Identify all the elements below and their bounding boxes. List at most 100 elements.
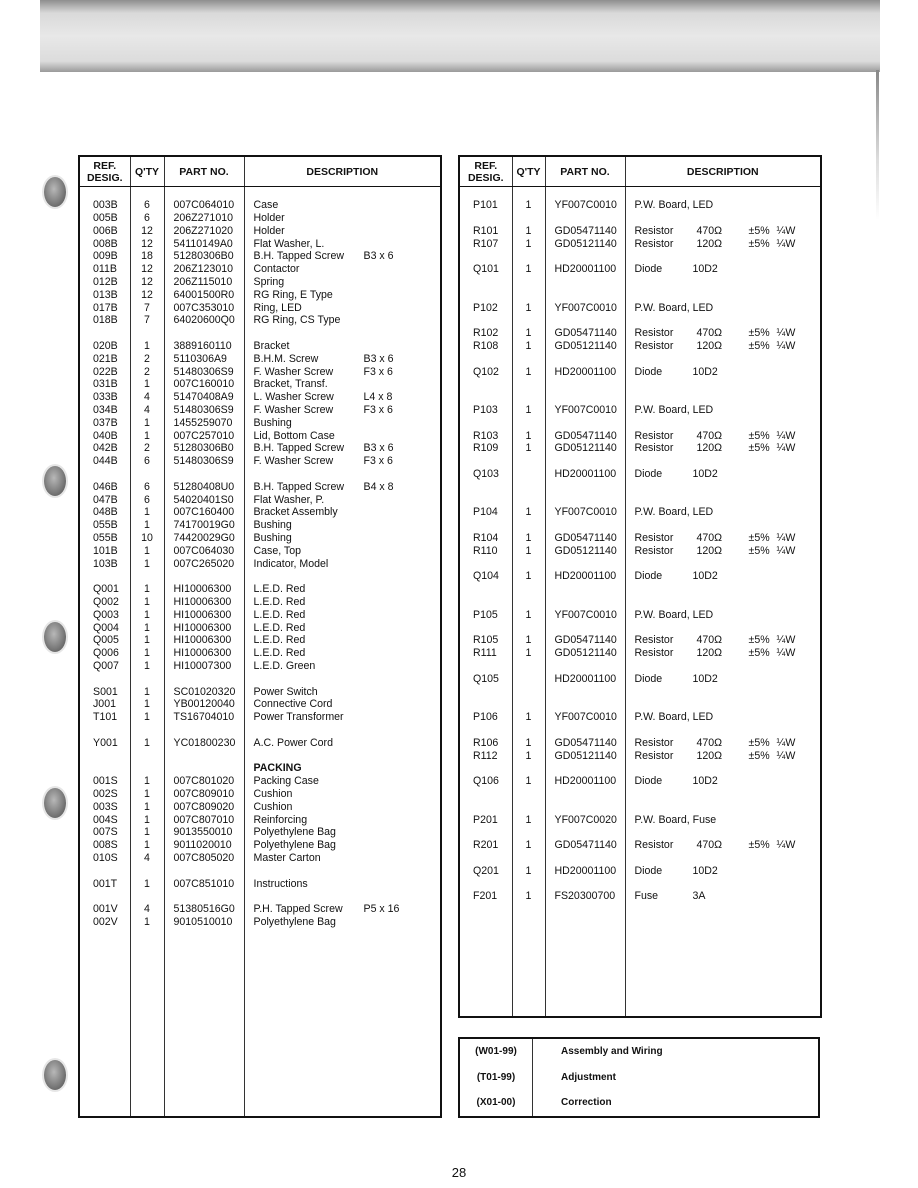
part-description: RG Ring, CS Type: [253, 314, 341, 327]
part-no-cell: 9010510010: [164, 915, 245, 929]
part-description: Lid, Bottom Case: [253, 429, 335, 442]
description-cell: Resistor 470Ω ±5% ¼W: [625, 532, 821, 545]
part-no-cell: 64020600Q0: [164, 314, 245, 328]
table-row: J001 1 YB00120040 Connective Cord: [79, 698, 441, 712]
empty-cell: [244, 187, 441, 200]
spacer-row: [459, 583, 821, 596]
empty-cell: [545, 186, 626, 200]
empty-cell: [459, 186, 513, 200]
qty-cell: 4: [130, 391, 165, 405]
spacer-row: [79, 864, 441, 878]
table-row: 037B 1 1455259070 Bushing: [79, 416, 441, 430]
component-wattage: ¼W: [776, 544, 796, 557]
description-cell: Bushing: [244, 519, 441, 532]
empty-cell: [625, 788, 821, 801]
ref-desig-cell: 046B: [79, 480, 131, 494]
empty-cell: [459, 621, 513, 635]
empty-cell: [545, 288, 626, 302]
part-no-cell: GD05471140: [545, 327, 626, 341]
legend-code: (X01-00): [459, 1090, 533, 1117]
header-ref-desig: REF. DESIG.: [459, 156, 513, 187]
empty-cell: [459, 416, 513, 430]
component-wattage: ¼W: [776, 237, 796, 250]
component-name: Resistor: [634, 544, 674, 557]
empty-cell: [512, 493, 546, 507]
empty-cell: [545, 583, 626, 596]
qty-cell: 1: [130, 736, 165, 750]
part-description: Case, Top: [253, 544, 302, 557]
part-no-cell: 9011020010: [164, 839, 245, 852]
component-name: Resistor: [634, 429, 674, 442]
empty-cell: [130, 672, 165, 686]
part-no-cell: YF007C0010: [545, 711, 626, 724]
description-cell: Diode 10D2: [625, 468, 821, 481]
empty-cell: [459, 557, 513, 571]
empty-cell: [625, 187, 821, 200]
empty-cell: [512, 250, 546, 264]
empty-cell: [512, 723, 546, 737]
description-cell: Bracket: [244, 340, 441, 353]
empty-cell: [79, 890, 131, 904]
empty-cell: [545, 698, 626, 712]
component-tolerance: ±5%: [748, 532, 770, 545]
qty-cell: 1: [130, 826, 165, 840]
ref-desig-cell: R108: [459, 340, 513, 353]
ref-desig-cell: S001: [79, 685, 131, 699]
table-row: 022B 2 51480306S9 F. Washer Screw F3 x 6: [79, 365, 441, 379]
part-no-cell: 007C851010: [164, 877, 245, 891]
part-size-spec: F3 x 6: [363, 404, 393, 417]
qty-cell: [512, 672, 546, 686]
part-description: L.E.D. Red: [253, 608, 306, 621]
description-cell: RG Ring, CS Type: [244, 314, 441, 327]
part-no-cell: 206Z271010: [164, 212, 245, 225]
part-no-cell: 74170019G0: [164, 519, 245, 533]
part-no-cell: 007C257010: [164, 429, 245, 443]
description-cell: Lid, Bottom Case: [244, 430, 441, 443]
qty-cell: 6: [130, 455, 165, 469]
table-row: 003B 6 007C064010 Case: [79, 199, 441, 213]
ref-desig-cell: Q103: [459, 468, 513, 481]
part-description: Power Switch: [253, 685, 318, 698]
description-cell: Diode 10D2: [625, 570, 821, 583]
part-description: Ring, LED: [253, 301, 302, 314]
description-cell: Spring: [244, 276, 441, 289]
ref-desig-cell: 022B: [79, 365, 131, 379]
ref-desig-cell: R201: [459, 839, 513, 852]
description-cell: F. Washer Screw F3 x 6: [244, 455, 441, 468]
empty-cell: [244, 865, 441, 878]
ref-desig-cell: Q106: [459, 775, 513, 788]
description-cell: Bushing: [244, 532, 441, 545]
empty-cell: [459, 212, 513, 225]
qty-cell: 1: [512, 634, 546, 648]
table-row: R108 1 GD05121140 Resistor 120Ω ±5% ¼W: [459, 340, 821, 353]
empty-cell: [79, 749, 131, 763]
qty-cell: 6: [130, 493, 165, 507]
qty-cell: 1: [130, 340, 165, 353]
part-description: Connective Cord: [253, 698, 333, 711]
description-cell: Polyethylene Bag: [244, 916, 441, 929]
empty-cell: [459, 826, 513, 840]
empty-cell: [512, 391, 546, 405]
part-no-cell: 007C160010: [164, 378, 245, 392]
part-no-cell: 74420029G0: [164, 532, 245, 545]
empty-cell: [545, 493, 626, 507]
part-size-spec: B4 x 8: [363, 480, 394, 493]
empty-cell: [130, 749, 165, 763]
part-no-cell: 51280408U0: [164, 480, 245, 494]
component-value: 470Ω: [696, 532, 723, 545]
spacer-row: [459, 787, 821, 801]
component-name: Resistor: [634, 749, 674, 762]
empty-cell: [459, 288, 513, 302]
part-no-cell: HI10006300: [164, 647, 245, 660]
ref-desig-cell: R105: [459, 634, 513, 648]
part-description: B.H.M. Screw: [253, 352, 319, 365]
component-name: Diode: [634, 775, 663, 788]
empty-cell: [79, 186, 131, 200]
qty-cell: 2: [130, 365, 165, 379]
spacer-row: [79, 672, 441, 686]
qty-cell: 1: [512, 224, 546, 238]
qty-cell: 1: [130, 698, 165, 712]
empty-cell: [512, 685, 546, 699]
ref-desig-cell: 011B: [79, 263, 131, 277]
ref-desig-cell: 001T: [79, 877, 131, 891]
